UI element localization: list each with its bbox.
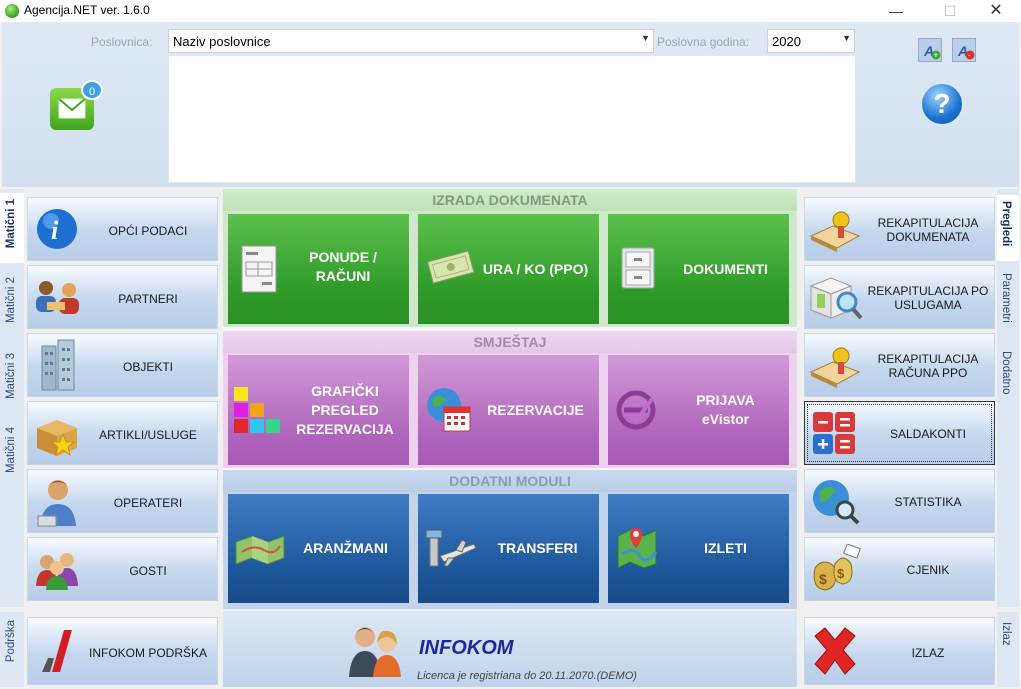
modules-panel: IZRADA DOKUMENATA PONUDE / RAČUNI URA / … — [223, 189, 797, 609]
exit-x-icon — [814, 627, 856, 675]
year-select[interactable]: 2020 ▼ — [767, 29, 855, 53]
globe-calendar-icon — [427, 388, 471, 432]
chevron-down-icon: ▼ — [842, 33, 851, 43]
color-grid-icon — [234, 387, 280, 433]
font-increase-button[interactable]: A + — [918, 38, 942, 62]
help-icon[interactable]: ? — [920, 82, 964, 126]
rekapitulacija-dokumenata-button[interactable]: REKAPITULACIJA DOKUMENATA — [804, 197, 995, 261]
left-tab-strip: Matični 1 Matični 2 Matični 3 Matični 4 — [0, 189, 24, 607]
svg-text:$: $ — [819, 571, 827, 587]
saldakonti-button[interactable]: SALDAKONTI — [804, 401, 995, 465]
title-bar: Agencija.NET ver. 1.6.0 — ☐ ✕ — [0, 0, 1021, 22]
tab-matični-1[interactable]: Matični 1 — [0, 193, 24, 263]
notes-area[interactable] — [168, 55, 856, 183]
tab-matični-4[interactable]: Matični 4 — [0, 419, 24, 489]
tab-parametri[interactable]: Parametri — [997, 269, 1019, 335]
font-increase-icon: A + — [923, 43, 941, 60]
branch-label: Poslovnica: — [91, 35, 153, 49]
evistor-logo-icon — [616, 390, 656, 430]
ponude-racuni-tile[interactable]: PONUDE / RAČUNI — [228, 214, 409, 324]
tab-podrška[interactable]: Podrška — [0, 612, 24, 687]
opci-podaci-button[interactable]: i OPĆI PODACI — [27, 197, 218, 261]
buildings-icon — [41, 339, 75, 391]
header-panel: Poslovnica: Naziv poslovnice ▼ Poslovna … — [2, 22, 1019, 187]
operateri-button[interactable]: OPERATERI — [27, 469, 218, 533]
ura-ko-ppo-tile[interactable]: URA / KO (PPO) — [418, 214, 599, 324]
rezervacije-tile[interactable]: REZERVACIJE — [418, 355, 599, 465]
artikli-usluge-button[interactable]: ARTIKLI/USLUGE — [27, 401, 218, 465]
year-label: Poslovna godina: — [657, 35, 750, 49]
year-value: 2020 — [772, 34, 801, 49]
globe-search-icon — [813, 480, 860, 525]
tab-matični-3[interactable]: Matični 3 — [0, 345, 24, 415]
aranzmani-tile[interactable]: ARANŽMANI — [228, 494, 409, 603]
gosti-button[interactable]: GOSTI — [27, 537, 218, 601]
partners-icon — [36, 281, 79, 314]
graficki-pregled-tile[interactable]: GRAFIČKI PREGLED REZERVACIJA — [228, 355, 409, 465]
tab-dodatno[interactable]: Dodatno — [997, 345, 1019, 405]
minimize-button[interactable]: — — [873, 0, 919, 22]
box-magnifier-icon — [809, 277, 863, 320]
footer-company: INFOKOM — [419, 637, 514, 659]
tab-izlaz[interactable]: Izlaz — [997, 612, 1019, 687]
statistika-button[interactable]: STATISTIKA — [804, 469, 995, 533]
airport-plane-icon — [425, 529, 477, 567]
cjenik-button[interactable]: $ $ CJENIK — [804, 537, 995, 601]
section-title-docs: IZRADA DOKUMENATA — [223, 189, 797, 211]
mail-count-badge: 0 — [81, 80, 103, 100]
font-decrease-icon: A- — [957, 43, 975, 60]
window-title: Agencija.NET ver. 1.6.0 — [24, 3, 150, 17]
branch-select[interactable]: Naziv poslovnice ▼ — [168, 29, 654, 53]
footer-panel: INFOKOM Licenca je registriana do 20.11.… — [223, 611, 797, 687]
dokumenti-tile[interactable]: DOKUMENTI — [608, 214, 789, 324]
app-window: Agencija.NET ver. 1.6.0 — ☐ ✕ Poslovnica… — [0, 0, 1021, 689]
right-tab-strip: Pregledi Parametri Dodatno — [997, 189, 1019, 607]
map-pin-icon — [617, 528, 658, 569]
rekapitulacija-po-uslugama-button[interactable]: REKAPITULACIJA PO USLUGAMA — [804, 265, 995, 329]
infokom-logo-icon — [42, 630, 72, 672]
calculator-icon — [813, 412, 855, 454]
svg-text:+: + — [933, 50, 938, 60]
operator-icon — [37, 480, 76, 527]
book-medal-icon — [809, 211, 861, 252]
izlaz-button[interactable]: IZLAZ — [804, 617, 995, 685]
maximize-button[interactable]: ☐ — [927, 0, 973, 22]
section-title-extra: DODATNI MODULI — [223, 470, 797, 492]
font-decrease-button[interactable]: A- — [952, 38, 976, 62]
transferi-tile[interactable]: TRANSFERI — [418, 494, 599, 603]
users-icon — [349, 627, 401, 677]
close-button[interactable]: ✕ — [973, 0, 1019, 22]
box-star-icon — [37, 420, 77, 457]
license-text: Licenca je registriana do 20.11.2070.(DE… — [417, 670, 637, 682]
infokom-podrska-button[interactable]: INFOKOM PODRŠKA — [27, 617, 218, 685]
money-bags-icon: $ $ — [813, 544, 861, 591]
cabinet-icon — [621, 247, 655, 289]
izleti-tile[interactable]: IZLETI — [608, 494, 789, 603]
prijava-evistor-tile[interactable]: PRIJAVA eVistor — [608, 355, 789, 465]
objekti-button[interactable]: OBJEKTI — [27, 333, 218, 397]
guests-icon — [36, 553, 78, 590]
chevron-down-icon: ▼ — [641, 33, 650, 43]
branch-value: Naziv poslovnice — [173, 34, 271, 49]
book-medal-icon — [809, 347, 861, 388]
tab-matični-2[interactable]: Matični 2 — [0, 269, 24, 339]
section-title-stay: SMJEŠTAJ — [223, 331, 797, 353]
rekapitulacija-racuna-ppo-button[interactable]: REKAPITULACIJA RAČUNA PPO — [804, 333, 995, 397]
partneri-button[interactable]: PARTNERI — [27, 265, 218, 329]
svg-text:$: $ — [837, 566, 845, 581]
invoice-icon — [241, 245, 277, 293]
money-icon — [426, 250, 475, 284]
info-icon: i — [37, 209, 77, 249]
app-icon — [5, 4, 19, 18]
svg-text:-: - — [968, 50, 971, 60]
svg-text:i: i — [51, 216, 59, 245]
tab-pregledi[interactable]: Pregledi — [997, 195, 1019, 261]
map-icon — [235, 535, 285, 565]
